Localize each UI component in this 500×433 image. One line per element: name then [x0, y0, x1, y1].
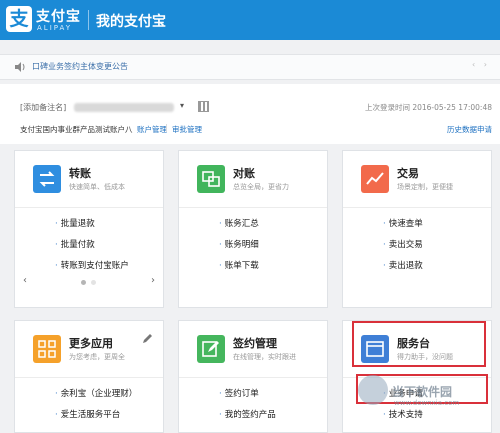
card-transfer: 转账 快速简单、低成本 批量退款 批量付款 转账到支付宝账户 ‹ ›	[14, 150, 164, 308]
card-title[interactable]: 签约管理	[233, 335, 277, 351]
card-subtitle: 快速简单、低成本	[69, 183, 125, 191]
card-contract: 签约管理 在线管理，实时跟进 签约订单 我的签约产品	[178, 320, 328, 433]
notice-bar: 口碑业务签约主体变更公告 ‹ ›	[0, 54, 500, 80]
approval-manage-link[interactable]: 审批管理	[172, 124, 202, 135]
link-sell-refunds[interactable]: 卖出退款	[383, 259, 423, 271]
carousel-next-button[interactable]: ›	[151, 275, 155, 286]
add-remark-link[interactable]: [添加备注名]	[20, 102, 66, 113]
card-trade: 交易 场景定制，更便捷 快速查单 卖出交易 卖出退款	[342, 150, 492, 308]
account-manage-link[interactable]: 账户管理	[137, 124, 167, 135]
account-id-blurred	[74, 103, 174, 112]
header-divider	[88, 10, 89, 30]
divider	[15, 377, 163, 378]
link-transfer-to-alipay[interactable]: 转账到支付宝账户	[55, 259, 129, 271]
card-subtitle: 为您考虑，更周全	[69, 353, 125, 361]
link-my-products[interactable]: 我的签约产品	[219, 408, 276, 420]
history-data-link[interactable]: 历史数据申请	[447, 124, 492, 135]
link-life-service[interactable]: 爱生活服务平台	[55, 408, 121, 420]
divider	[179, 207, 327, 208]
top-header: 支 支付宝 ALIPAY 我的支付宝	[0, 0, 500, 40]
link-divider: |	[165, 123, 168, 132]
link-account-detail[interactable]: 账务明细	[219, 238, 259, 250]
link-contract-orders[interactable]: 签约订单	[219, 387, 259, 399]
link-quick-search[interactable]: 快速查单	[383, 217, 423, 229]
logo-subtext: ALIPAY	[37, 24, 73, 32]
reconcile-icon[interactable]	[197, 165, 225, 193]
card-subtitle: 在线管理，实时跟进	[233, 353, 296, 361]
card-title[interactable]: 交易	[397, 165, 419, 181]
last-login-time: 上次登录时间 2016-05-25 17:00:48	[364, 103, 492, 112]
card-subtitle: 总览全局，更省力	[233, 183, 289, 191]
link-sell-trades[interactable]: 卖出交易	[383, 238, 423, 250]
watermark-logo	[358, 375, 388, 405]
link-batch-refund[interactable]: 批量退款	[55, 217, 95, 229]
page-title: 我的支付宝	[96, 14, 166, 30]
account-dropdown-caret[interactable]: ▾	[180, 101, 184, 110]
qrcode-icon[interactable]	[198, 101, 209, 112]
watermark-text: 当下软件园	[392, 385, 453, 399]
notice-nav-arrows[interactable]: ‹ ›	[472, 60, 490, 69]
account-name: 支付宝国内事业群产品测试账户八	[20, 125, 133, 134]
alipay-logo-icon[interactable]: 支	[6, 6, 32, 32]
link-account-summary[interactable]: 账务汇总	[219, 217, 259, 229]
card-title[interactable]: 更多应用	[69, 335, 113, 351]
transfer-icon[interactable]	[33, 165, 61, 193]
notice-link[interactable]: 口碑业务签约主体变更公告	[32, 61, 128, 72]
divider	[179, 377, 327, 378]
card-subtitle: 场景定制，更便捷	[397, 183, 453, 191]
link-bill-download[interactable]: 账单下载	[219, 259, 259, 271]
link-yulibao[interactable]: 余利宝（企业理财）	[55, 387, 138, 399]
card-title[interactable]: 对账	[233, 165, 255, 181]
trade-chart-icon[interactable]	[361, 165, 389, 193]
apps-grid-icon[interactable]	[33, 335, 61, 363]
highlight-box-service-desk	[352, 321, 486, 367]
card-reconcile: 对账 总览全局，更省力 账务汇总 账务明细 账单下载	[178, 150, 328, 308]
divider	[343, 207, 491, 208]
speaker-icon	[15, 62, 25, 72]
carousel-dot[interactable]	[91, 280, 96, 285]
carousel-prev-button[interactable]: ‹	[23, 275, 27, 286]
carousel-dot-active[interactable]	[81, 280, 86, 285]
watermark-url: www.downxia.com	[394, 399, 460, 407]
logo-text: 支付宝	[36, 9, 81, 25]
account-panel: [添加备注名] ▾ 上次登录时间 2016-05-25 17:00:48 支付宝…	[0, 84, 500, 144]
divider	[15, 207, 163, 208]
card-more-apps: 更多应用 为您考虑，更周全 余利宝（企业理财） 爱生活服务平台	[14, 320, 164, 433]
card-title[interactable]: 转账	[69, 165, 91, 181]
edit-pencil-icon[interactable]	[142, 333, 153, 344]
link-batch-pay[interactable]: 批量付款	[55, 238, 95, 250]
link-tech-support[interactable]: 技术支持	[383, 408, 423, 420]
contract-edit-icon[interactable]	[197, 335, 225, 363]
